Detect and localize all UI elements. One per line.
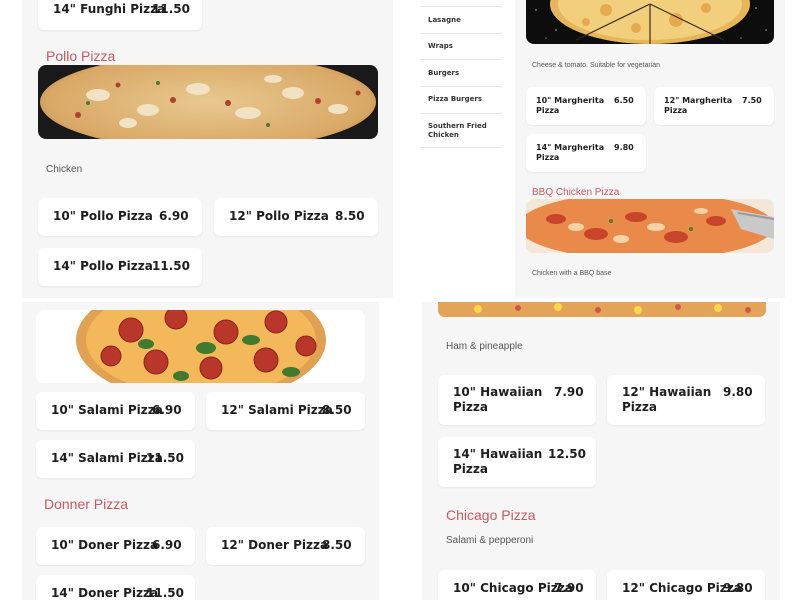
pollo-pizza-image xyxy=(38,65,378,139)
section-heading-chicago: Chicago Pizza xyxy=(446,507,536,523)
menu-item-price: 8.50 xyxy=(322,538,352,552)
menu-item-name: 12" Hawaiian Pizza xyxy=(622,385,712,414)
menu-item-card[interactable]: 10" Chicago Pizza 7.90 xyxy=(438,570,596,600)
menu-item-card[interactable]: 12" Pollo Pizza 8.50 xyxy=(214,198,378,236)
menu-item-price: 9.80 xyxy=(723,581,753,595)
menu-item-card[interactable]: 12" Salami Pizza 8.50 xyxy=(206,392,365,430)
menu-item-price: 12.50 xyxy=(548,447,586,461)
menu-item-name: 12" Doner Pizza xyxy=(221,538,329,552)
menu-item-name: 10" Margherita Pizza xyxy=(536,96,605,115)
hawaiian-pizza-image xyxy=(438,302,766,317)
menu-item-price: 8.50 xyxy=(335,209,365,223)
menu-item-card[interactable]: 10" Margherita Pizza 6.50 xyxy=(526,87,646,125)
margherita-pizza-image xyxy=(526,0,774,44)
menu-item-name: 14" Doner Pizza xyxy=(51,586,159,600)
menu-item-price: 7.90 xyxy=(554,385,584,399)
menu-item-name: 12" Salami Pizza xyxy=(221,403,333,417)
menu-item-name: 10" Salami Pizza xyxy=(51,403,163,417)
menu-item-price: 11.50 xyxy=(146,586,184,600)
menu-item-price: 7.50 xyxy=(742,96,762,105)
menu-item-name: 10" Hawaiian Pizza xyxy=(453,385,543,414)
menu-item-name: 12" Pollo Pizza xyxy=(229,209,329,223)
menu-item-name: 12" Margherita Pizza xyxy=(664,96,733,115)
section-heading-donner: Donner Pizza xyxy=(44,496,129,512)
section-heading-bbq-chicken: BBQ Chicken Pizza xyxy=(532,187,620,198)
salami-section: 10" Salami Pizza 6.90 12" Salami Pizza 8… xyxy=(22,302,379,600)
menu-item-card[interactable]: 10" Salami Pizza 6.90 xyxy=(36,392,195,430)
section-heading-pollo: Pollo Pizza xyxy=(46,48,116,64)
menu-item-price: 7.90 xyxy=(554,581,584,595)
sidebar-item-label: Wraps xyxy=(428,42,453,50)
menu-item-card[interactable]: 14" Hawaiian Pizza 12.50 xyxy=(438,437,596,487)
menu-item-price: 11.50 xyxy=(152,259,190,273)
menu-item-name: 10" Doner Pizza xyxy=(51,538,159,552)
bbq-chicken-pizza-image xyxy=(526,199,774,253)
menu-item-name: 14" Hawaiian Pizza xyxy=(453,447,543,476)
sidebar-item-burgers[interactable]: Burgers xyxy=(420,59,502,86)
menu-item-price: 11.50 xyxy=(152,2,190,16)
menu-item-price: 11.50 xyxy=(146,451,184,465)
margherita-section: Cheese & tomato. Suitable for vegetarian… xyxy=(515,0,785,298)
sidebar-item-label: Pizza Burgers xyxy=(428,95,482,103)
menu-item-card[interactable]: 12" Margherita Pizza 7.50 xyxy=(654,87,774,125)
menu-item-card[interactable]: 10" Doner Pizza 6.90 xyxy=(36,527,195,565)
sidebar-item-pizza-burgers[interactable]: Pizza Burgers xyxy=(420,86,502,113)
sidebar-item-southern-fried-chicken[interactable]: Southern Fried Chicken xyxy=(420,113,502,148)
menu-item-card[interactable]: 12" Hawaiian Pizza 9.80 xyxy=(607,375,765,425)
sidebar-item-lasagne[interactable]: Lasagne xyxy=(420,6,502,33)
menu-item-name: 10" Pollo Pizza xyxy=(53,209,153,223)
menu-item-card[interactable]: 10" Hawaiian Pizza 7.90 xyxy=(438,375,596,425)
menu-item-price: 6.90 xyxy=(152,538,182,552)
menu-item-price: 9.80 xyxy=(614,143,634,152)
sidebar-item-label: Burgers xyxy=(428,69,460,77)
section-description: Chicken with a BBQ base xyxy=(532,270,612,277)
menu-item-card[interactable]: 12" Chicago Pizza 9.80 xyxy=(607,570,765,600)
hawaiian-section: Ham & pineapple 10" Hawaiian Pizza 7.90 … xyxy=(422,302,780,600)
sidebar-item-label: Southern Fried Chicken xyxy=(428,122,487,139)
section-description: Chicken xyxy=(46,164,83,175)
menu-item-card[interactable]: 14" Margherita Pizza 9.80 xyxy=(526,134,646,172)
menu-item-price: 6.90 xyxy=(159,209,189,223)
menu-item-name: 14" Funghi Pizza xyxy=(53,2,166,16)
menu-item-card[interactable]: 14" Doner Pizza 11.50 xyxy=(36,575,195,600)
menu-item-card[interactable]: 14" Pollo Pizza 11.50 xyxy=(38,248,202,286)
menu-item-price: 8.50 xyxy=(322,403,352,417)
section-description: Salami & pepperoni xyxy=(446,535,534,546)
menu-item-card[interactable]: 12" Doner Pizza 8.50 xyxy=(206,527,365,565)
salami-pizza-image xyxy=(36,310,365,383)
pollo-section: 14" Funghi Pizza 11.50 Pollo Pizza Chick… xyxy=(22,0,393,298)
menu-item-name: 14" Pollo Pizza xyxy=(53,259,153,273)
menu-item-price: 6.50 xyxy=(614,96,634,105)
menu-item-price: 6.90 xyxy=(152,403,182,417)
section-description: Cheese & tomato. Suitable for vegetarian xyxy=(532,62,661,69)
sidebar-item-wraps[interactable]: Wraps xyxy=(420,33,502,59)
sidebar-item-label: Lasagne xyxy=(428,16,461,24)
menu-item-card[interactable]: 14" Salami Pizza 11.50 xyxy=(36,440,195,478)
menu-item-name: 14" Margherita Pizza xyxy=(536,143,605,162)
menu-item-price: 9.80 xyxy=(723,385,753,399)
menu-item-card[interactable]: 10" Pollo Pizza 6.90 xyxy=(38,198,202,236)
section-description: Ham & pineapple xyxy=(446,341,523,352)
menu-item-card[interactable]: 14" Funghi Pizza 11.50 xyxy=(38,0,202,30)
